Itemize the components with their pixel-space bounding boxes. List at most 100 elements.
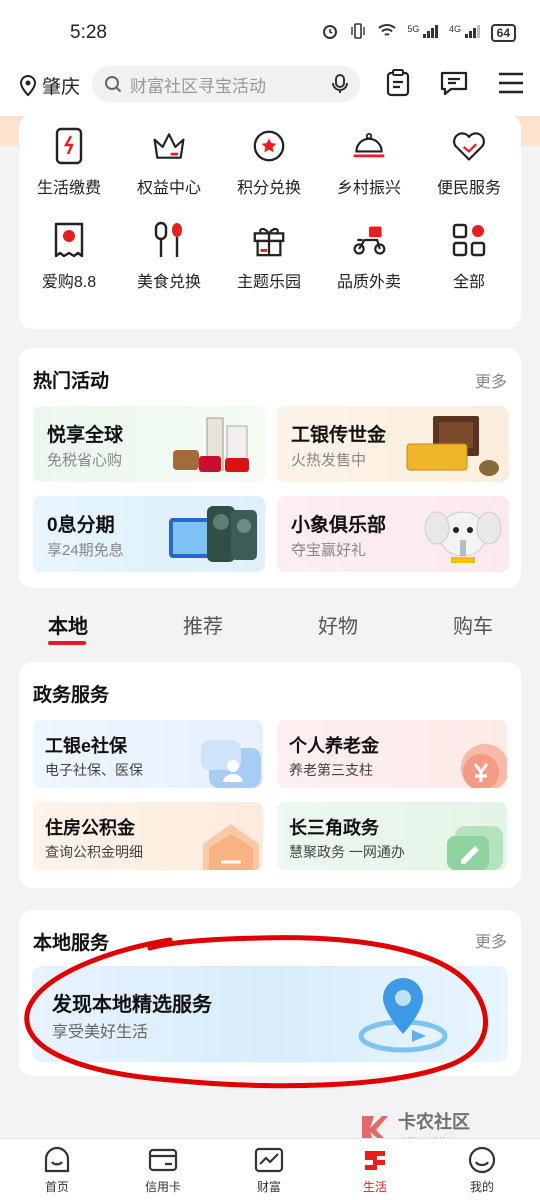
nav-label: 生活: [362, 1180, 387, 1194]
nav-life[interactable]: 生活: [335, 1145, 415, 1195]
grid-all-icon: [451, 222, 487, 258]
clipboard-icon[interactable]: [383, 68, 413, 98]
service-item[interactable]: 品质外卖: [319, 222, 419, 292]
watermark-name: 卡农社区: [398, 1112, 470, 1132]
activity-card[interactable]: 小象俱乐部 夺宝赢好礼: [277, 496, 509, 572]
gov-service-title: 长三角政务: [289, 818, 379, 838]
gift-box-icon: [251, 222, 287, 258]
gov-service-title: 住房公积金: [45, 818, 135, 838]
nav-wealth[interactable]: 财富: [229, 1145, 309, 1195]
status-time: 5:28: [70, 22, 107, 43]
crown-icon: [151, 128, 187, 164]
top-bar: 肇庆 财富社区寻宝活动: [0, 66, 540, 116]
scooter-icon: [351, 222, 387, 258]
activity-card[interactable]: 0息分期 享24期免息: [33, 496, 265, 572]
service-item[interactable]: 美食兑换: [119, 221, 219, 292]
service-label: 美食兑换: [136, 274, 201, 291]
network1-label: 5G: [407, 24, 420, 34]
life-icon: [365, 1151, 385, 1170]
gov-service-title: 个人养老金: [289, 736, 379, 756]
message-icon[interactable]: [439, 68, 469, 98]
nav-label: 我的: [469, 1180, 494, 1194]
local-services-banner[interactable]: 发现本地精选服务 享受美好生活: [32, 966, 508, 1062]
service-item[interactable]: 爱购8.8: [19, 222, 119, 292]
local-more-link[interactable]: 更多: [475, 928, 507, 952]
service-label: 权益中心: [136, 180, 201, 197]
cosmetics-image: [173, 417, 249, 472]
local-banner-subtitle: 享受美好生活: [52, 1024, 149, 1041]
battery-indicator: 64: [490, 23, 516, 42]
tab-recommend[interactable]: 推荐: [183, 610, 223, 639]
tab-goods[interactable]: 好物: [318, 610, 358, 639]
activity-card[interactable]: 悦享全球 免税省心购: [33, 406, 265, 482]
status-icons: 5G 4G 64: [321, 22, 516, 43]
gov-service-card[interactable]: 个人养老金 养老第三支柱: [277, 720, 507, 788]
service-label: 生活缴费: [36, 180, 101, 197]
gov-service-title: 工银e社保: [45, 736, 128, 756]
services-grid: 生活缴费 权益中心 积分兑换 乡村振兴 便民服务 爱购8.8 美食兑换 主题乐园…: [19, 127, 519, 292]
service-item[interactable]: 全部: [419, 222, 519, 292]
gov-service-sub: 查询公积金明细: [45, 844, 143, 860]
dish-bell-icon: [351, 128, 387, 164]
alarm-icon: [321, 22, 339, 43]
activity-title: 0息分期: [47, 515, 115, 536]
coupon-icon: [51, 222, 87, 258]
service-label: 主题乐园: [236, 274, 301, 291]
search-bar[interactable]: 财富社区寻宝活动: [92, 66, 360, 102]
tab-car[interactable]: 购车: [453, 610, 493, 639]
nav-credit-card[interactable]: 信用卡: [123, 1145, 203, 1195]
chart-icon: [254, 1147, 284, 1173]
service-label: 便民服务: [436, 180, 501, 197]
vibrate-icon: [349, 22, 367, 43]
elephant-mascot-image: [424, 511, 502, 563]
tab-local[interactable]: 本地: [48, 610, 88, 639]
location-label: 肇庆: [42, 77, 81, 98]
network2-label: 4G: [449, 24, 462, 34]
signal-4g-icon: 4G: [449, 24, 481, 41]
wifi-icon: [377, 23, 397, 42]
gov-services-title: 政务服务: [33, 685, 110, 706]
activity-card[interactable]: 工银传世金 火热发售中: [277, 406, 509, 482]
activity-title: 小象俱乐部: [291, 515, 387, 536]
nav-profile[interactable]: 我的: [442, 1145, 522, 1195]
nav-label: 信用卡: [144, 1180, 181, 1194]
service-item[interactable]: 生活缴费: [19, 127, 119, 198]
service-label: 爱购8.8: [41, 274, 97, 291]
housing-fund-icon: [203, 824, 259, 870]
gov-service-sub: 养老第三支柱: [289, 762, 373, 778]
gov-service-card[interactable]: 长三角政务 慧聚政务 一网通办: [277, 802, 507, 870]
nav-home[interactable]: 首页: [17, 1145, 97, 1195]
menu-icon[interactable]: [496, 68, 526, 98]
service-item[interactable]: 便民服务: [419, 128, 519, 198]
microphone-icon[interactable]: [332, 74, 348, 94]
credit-card-icon: [148, 1148, 178, 1172]
service-label: 乡村振兴: [336, 180, 401, 197]
location-pin-icon: [19, 74, 37, 96]
service-item[interactable]: 权益中心: [119, 128, 219, 198]
pension-icon: [461, 744, 507, 788]
hot-activities-title: 热门活动: [33, 371, 110, 392]
profile-icon: [468, 1146, 496, 1174]
hot-more-link[interactable]: 更多: [475, 368, 507, 392]
local-banner-title: 发现本地精选服务: [52, 994, 212, 1016]
activity-title: 工银传世金: [291, 425, 387, 446]
service-item[interactable]: 乡村振兴: [319, 128, 419, 198]
gov-service-sub: 慧聚政务 一网通办: [289, 844, 405, 860]
location-globe-icon: [358, 978, 448, 1053]
gov-service-sub: 电子社保、医保: [45, 762, 143, 778]
yangtze-delta-icon: [447, 826, 503, 870]
signal-5g-icon: 5G: [407, 24, 439, 41]
devices-image: [169, 506, 257, 562]
activity-sub: 火热发售中: [291, 452, 367, 469]
bottom-nav: 首页 信用卡 财富 生活 我的: [0, 1138, 540, 1200]
location-selector[interactable]: 肇庆: [18, 72, 80, 99]
gov-service-card[interactable]: 工银e社保 电子社保、医保: [33, 720, 263, 788]
activity-sub: 免税省心购: [47, 452, 123, 469]
service-label: 积分兑换: [236, 180, 301, 197]
cutlery-icon: [151, 221, 187, 258]
service-item[interactable]: 主题乐园: [219, 222, 319, 292]
activity-title: 悦享全球: [47, 425, 124, 446]
active-tab-indicator: [48, 641, 86, 645]
service-item[interactable]: 积分兑换: [219, 128, 319, 198]
gov-service-card[interactable]: 住房公积金 查询公积金明细: [33, 802, 263, 870]
